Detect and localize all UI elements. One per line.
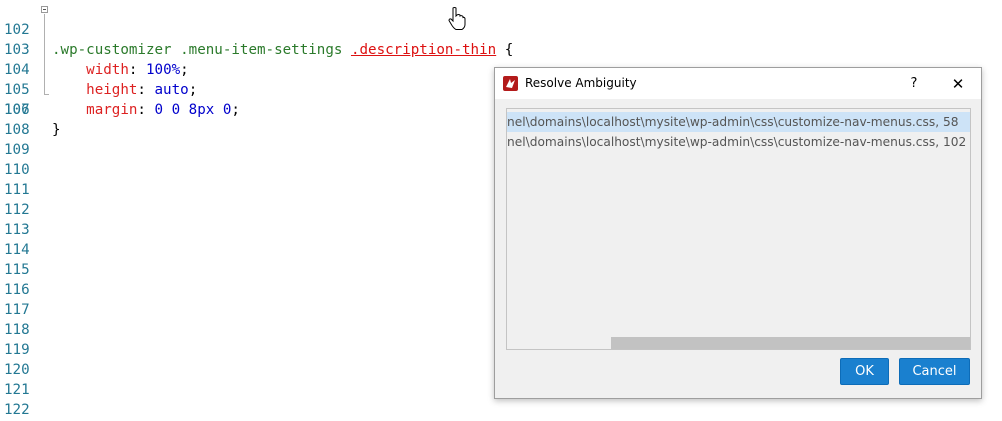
- line-number: 116: [4, 282, 30, 298]
- dialog-titlebar[interactable]: Resolve Ambiguity ? ✕: [495, 68, 981, 99]
- line-number: 110: [4, 162, 30, 178]
- list-item-label: nel\domains\localhost\mysite\wp-admin\cs…: [507, 135, 967, 149]
- code-line[interactable]: 102 .wp-customizer .menu-item-settings .…: [0, 0, 513, 58]
- line-number: 112: [4, 202, 30, 218]
- ok-button[interactable]: OK: [840, 358, 889, 385]
- semicolon: ;: [180, 62, 189, 78]
- line-number: 120: [4, 362, 30, 378]
- line-number: 121: [4, 382, 30, 398]
- dialog-title: Resolve Ambiguity: [525, 76, 637, 90]
- css-selector: .wp-customizer .menu-item-settings: [52, 42, 351, 58]
- fold-guide: [44, 14, 45, 94]
- css-property: width: [86, 62, 129, 78]
- line-number: 114: [4, 242, 30, 258]
- css-value: 0 0 8px 0: [154, 102, 232, 118]
- css-property: height: [86, 82, 138, 98]
- line-number: 111: [4, 182, 30, 198]
- code-line[interactable]: 104 height: auto;: [0, 40, 197, 98]
- code-line[interactable]: 106 }: [0, 80, 61, 138]
- close-brace: }: [52, 122, 61, 138]
- line-number: 113: [4, 222, 30, 238]
- line-number: 107: [4, 102, 30, 118]
- fold-toggle-icon[interactable]: [41, 6, 48, 13]
- help-button[interactable]: ?: [899, 72, 929, 96]
- line-number: 122: [4, 402, 30, 418]
- selector-link[interactable]: .description-thin: [351, 42, 496, 58]
- colon: :: [137, 82, 155, 98]
- file-list[interactable]: nel\domains\localhost\mysite\wp-admin\cs…: [506, 108, 971, 350]
- semicolon: ;: [231, 102, 240, 118]
- line-number: 115: [4, 262, 30, 278]
- cancel-button[interactable]: Cancel: [899, 358, 970, 385]
- hand-cursor-icon: [448, 7, 466, 30]
- css-value: auto: [154, 82, 189, 98]
- list-item-label: nel\domains\localhost\mysite\wp-admin\cs…: [507, 115, 959, 129]
- line-number: 108: [4, 122, 30, 138]
- resolve-ambiguity-dialog[interactable]: Resolve Ambiguity ? ✕ nel\domains\localh…: [494, 67, 982, 399]
- close-icon[interactable]: ✕: [943, 72, 973, 96]
- code-line[interactable]: 105 margin: 0 0 8px 0;: [0, 60, 240, 118]
- line-number: 118: [4, 322, 30, 338]
- horizontal-scrollbar[interactable]: [611, 337, 970, 349]
- css-value: 100%: [145, 62, 181, 78]
- colon: :: [137, 102, 155, 118]
- css-property: margin: [86, 102, 138, 118]
- open-brace: {: [496, 42, 514, 58]
- line-number: 109: [4, 142, 30, 158]
- fold-guide-end: [44, 94, 49, 95]
- code-line[interactable]: 103 width: 100%;: [0, 20, 189, 78]
- list-item[interactable]: nel\domains\localhost\mysite\wp-admin\cs…: [507, 132, 970, 152]
- list-item[interactable]: nel\domains\localhost\mysite\wp-admin\cs…: [507, 112, 970, 132]
- line-number: 117: [4, 302, 30, 318]
- line-number: 119: [4, 342, 30, 358]
- colon: :: [128, 62, 146, 78]
- app-icon: [503, 76, 518, 91]
- semicolon: ;: [188, 82, 198, 98]
